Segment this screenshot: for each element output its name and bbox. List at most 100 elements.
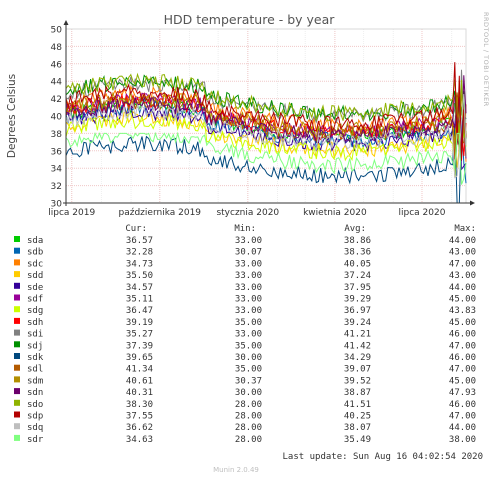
legend-name-sdg: sdg [27, 306, 43, 316]
legend-swatch-sdk [14, 353, 20, 359]
legend-avg-sdi: 41.21 [344, 330, 371, 340]
legend-min-sdb: 30.07 [235, 248, 262, 258]
munin-version-footer: Munin 2.0.49 [213, 466, 259, 474]
legend-min-sdr: 28.00 [235, 435, 262, 445]
legend-max-sdh: 45.00 [449, 318, 476, 328]
x-tick-label: stycznia 2020 [216, 208, 279, 218]
legend-avg-sdc: 40.05 [344, 259, 371, 269]
legend-cur-sdb: 32.28 [126, 248, 153, 258]
legend-name-sdm: sdm [27, 376, 43, 386]
legend-max-sdd: 43.00 [449, 271, 476, 281]
y-tick-label: 36 [51, 147, 63, 157]
legend-header-cur: Cur: [125, 224, 147, 234]
legend-cur-sdn: 40.31 [126, 388, 153, 398]
y-tick-label: 34 [51, 165, 63, 175]
legend-name-sdd: sdd [27, 271, 43, 281]
legend-avg-sdo: 41.51 [344, 400, 371, 410]
y-tick-label: 40 [51, 113, 63, 123]
legend-swatch-sdg [14, 306, 20, 313]
legend-name-sda: sda [27, 236, 43, 246]
y-tick-label: 50 [51, 26, 63, 36]
legend-min-sdf: 33.00 [235, 295, 262, 305]
legend-max-sdi: 46.00 [449, 330, 476, 340]
legend-min-sdn: 30.00 [235, 388, 262, 398]
legend-avg-sdf: 39.29 [344, 295, 371, 305]
legend-swatch-sde [14, 282, 20, 289]
legend-name-sdq: sdq [27, 423, 43, 433]
y-tick-label: 38 [51, 130, 63, 140]
legend-cur-sdd: 35.50 [126, 271, 153, 281]
legend-swatch-sdl [14, 364, 20, 371]
legend-cur-sdc: 34.73 [126, 259, 153, 269]
legend-cur-sdj: 37.39 [126, 341, 153, 351]
legend-avg-sdm: 39.52 [344, 376, 371, 386]
legend-min-sde: 33.00 [235, 283, 262, 293]
legend-swatch-sdo [14, 399, 20, 406]
legend-min-sdd: 33.00 [235, 271, 262, 281]
y-tick-label: 42 [51, 95, 62, 105]
legend-cur-sdg: 36.47 [126, 306, 153, 316]
legend-max-sdp: 47.00 [449, 412, 476, 422]
x-tick-label: lipca 2019 [48, 208, 95, 218]
legend-max-sda: 44.00 [449, 236, 476, 246]
y-tick-label: 46 [51, 60, 63, 70]
legend-cur-sdo: 38.30 [126, 400, 153, 410]
legend-avg-sdj: 41.42 [344, 341, 371, 351]
legend-max-sdq: 44.00 [449, 423, 476, 433]
legend-avg-sdq: 38.07 [344, 423, 371, 433]
legend-cur-sdq: 36.62 [126, 423, 153, 433]
hdd-temperature-chart: HDD temperature - by year Degrees Celsiu… [0, 0, 497, 479]
legend-max-sdc: 47.00 [449, 259, 476, 269]
y-tick-label: 44 [51, 78, 63, 88]
legend-swatch-sdd [14, 271, 20, 278]
legend-max-sdk: 46.00 [449, 353, 476, 363]
legend-min-sdg: 33.00 [235, 306, 262, 316]
last-update-text: Last update: Sun Aug 16 04:02:54 2020 [283, 452, 483, 462]
legend-name-sdc: sdc [27, 259, 43, 269]
legend-swatch-sdj [14, 341, 20, 348]
y-axis-label: Degrees Celsius [6, 74, 18, 158]
legend-max-sde: 44.00 [449, 283, 476, 293]
legend-swatch-sdh [14, 317, 20, 324]
legend-cur-sda: 36.57 [126, 236, 153, 246]
legend-avg-sdg: 36.97 [344, 306, 371, 316]
legend-avg-sdh: 39.24 [344, 318, 371, 328]
legend-cur-sdl: 41.34 [126, 365, 153, 375]
legend-avg-sdn: 38.87 [344, 388, 371, 398]
legend-max-sdj: 47.00 [449, 341, 476, 351]
legend-swatch-sdf [14, 294, 20, 301]
y-tick-label: 48 [51, 43, 63, 53]
legend-swatch-sda [14, 236, 20, 242]
legend-name-sdi: sdi [27, 330, 43, 340]
legend-cur-sdk: 39.65 [126, 353, 153, 363]
legend-name-sdr: sdr [27, 435, 44, 445]
legend-name-sde: sde [27, 283, 43, 293]
legend-avg-sde: 37.95 [344, 283, 371, 293]
legend-cur-sde: 34.57 [126, 283, 153, 293]
legend-name-sdl: sdl [27, 365, 43, 375]
legend-cur-sdr: 34.63 [126, 435, 153, 445]
legend-swatch-sdb [14, 247, 20, 254]
legend-max-sdo: 46.00 [449, 400, 476, 410]
legend-min-sda: 33.00 [235, 236, 262, 246]
legend-header-avg: Avg: [344, 224, 366, 234]
legend-name-sdb: sdb [27, 248, 43, 258]
legend-name-sdp: sdp [27, 412, 43, 422]
legend-max-sdb: 43.00 [449, 248, 476, 258]
legend-avg-sdb: 38.36 [344, 248, 371, 258]
chart-title: HDD temperature - by year [164, 12, 336, 27]
legend-max-sdr: 38.00 [449, 435, 476, 445]
legend-avg-sdk: 34.29 [344, 353, 371, 363]
legend-cur-sdf: 35.11 [126, 295, 153, 305]
legend-max-sdf: 45.00 [449, 295, 476, 305]
legend-avg-sdp: 40.25 [344, 412, 371, 422]
legend-swatch-sdp [14, 411, 20, 418]
legend-name-sdh: sdh [27, 318, 43, 328]
legend-name-sdo: sdo [27, 400, 43, 410]
legend-name-sdf: sdf [27, 295, 43, 305]
legend-avg-sdd: 37.24 [344, 271, 371, 281]
y-tick-label: 32 [51, 182, 62, 192]
legend-min-sdj: 35.00 [235, 341, 262, 351]
legend-min-sdo: 28.00 [235, 400, 262, 410]
legend-header-min: Min: [234, 224, 256, 234]
